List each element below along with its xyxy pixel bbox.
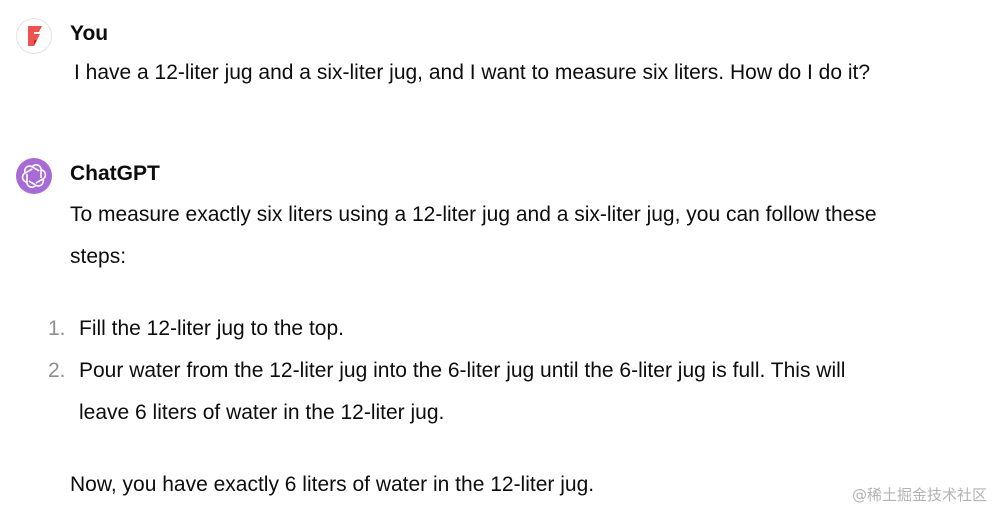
user-author-name: You: [70, 22, 109, 45]
assistant-conclusion: Now, you have exactly 6 liters of water …: [70, 473, 595, 496]
user-message-text: I have a 12-liter jug and a six-liter ju…: [74, 61, 871, 84]
list-item-text: Fill the 12-liter jug to the top.: [79, 317, 344, 340]
list-item-text: Pour water from the 12-liter jug into th…: [79, 359, 846, 382]
assistant-avatar: [16, 158, 52, 194]
list-item-number: 1.: [48, 317, 66, 340]
assistant-intro-line1: To measure exactly six liters using a 12…: [70, 203, 877, 226]
list-item-number: 2.: [48, 359, 66, 382]
assistant-author-name: ChatGPT: [70, 162, 160, 185]
user-message: You I have a 12-liter jug and a six-lite…: [16, 18, 979, 98]
user-avatar: [16, 18, 52, 54]
assistant-intro-line2: steps:: [70, 245, 127, 268]
assistant-message: ChatGPT To measure exactly six liters us…: [16, 158, 979, 508]
user-logo-icon: [28, 26, 42, 46]
openai-logo-icon: [21, 164, 47, 188]
list-item-text: leave 6 liters of water in the 12-liter …: [79, 401, 445, 424]
watermark: @稀土掘金技术社区: [851, 486, 987, 504]
